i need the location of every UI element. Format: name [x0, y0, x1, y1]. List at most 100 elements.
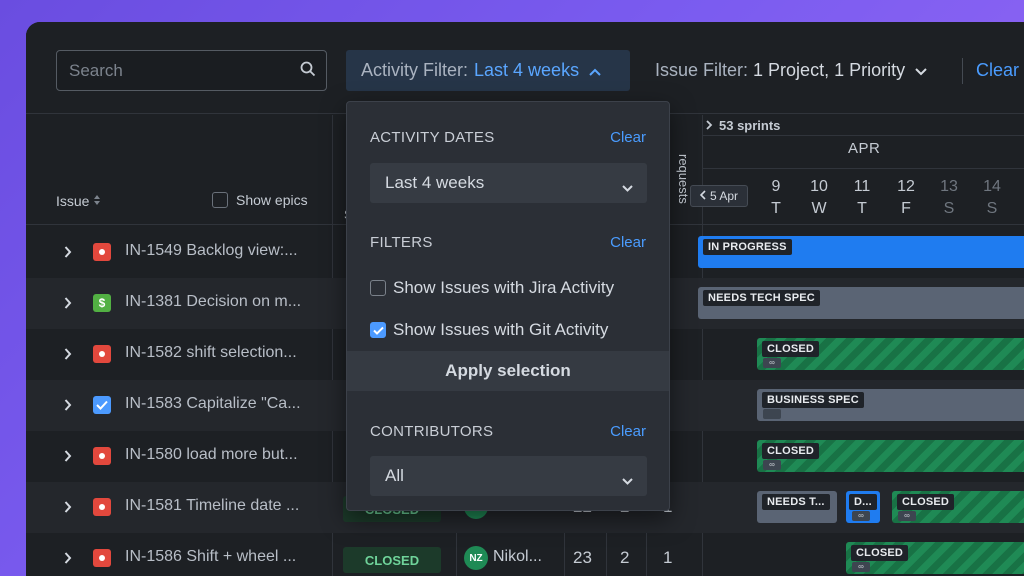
sort-icon[interactable]: [93, 193, 101, 209]
issue-title[interactable]: IN-1586 Shift + wheel ...: [125, 548, 325, 566]
show-epics-toggle[interactable]: Show epics: [212, 192, 308, 208]
day-column: 12 F: [891, 176, 921, 220]
scroll-back-button[interactable]: 5 Apr: [690, 185, 748, 207]
timeline-bar[interactable]: NEEDS TECH SPEC: [698, 287, 1024, 319]
bug-icon: [93, 243, 111, 261]
timeline-divider: [702, 168, 1024, 169]
day-weekday: T: [857, 200, 867, 217]
day-number: 11: [853, 178, 871, 195]
day-weekday: S: [986, 200, 998, 217]
bar-status-tag: IN PROGRESS: [703, 239, 792, 255]
issue-title[interactable]: IN-1581 Timeline date ...: [125, 497, 325, 515]
day-weekday: T: [771, 200, 781, 217]
expand-chevron-icon[interactable]: [64, 347, 72, 365]
bug-icon: [93, 549, 111, 567]
link-icon: [763, 409, 781, 419]
expand-chevron-icon[interactable]: [64, 449, 72, 467]
activity-dates-value: Last 4 weeks: [385, 173, 485, 192]
link-icon: ∞: [852, 511, 870, 521]
bar-status-tag: NEEDS TECH SPEC: [703, 290, 820, 306]
chevron-right-icon: [706, 118, 713, 133]
count-value: 1: [663, 548, 673, 567]
contributors-select[interactable]: All: [370, 456, 647, 496]
filters-clear-link[interactable]: Clear: [610, 234, 646, 251]
day-number: 9: [771, 178, 781, 195]
link-icon: ∞: [898, 511, 916, 521]
status-badge[interactable]: CLOSED: [343, 547, 441, 573]
month-label: APR: [848, 140, 881, 157]
apply-selection-button[interactable]: Apply selection: [347, 351, 669, 391]
checkbox-task-icon: [93, 396, 111, 414]
activity-filter-button[interactable]: Activity Filter: Last 4 weeks: [346, 50, 630, 91]
clear-filters-link[interactable]: Clear: [976, 60, 1019, 81]
expand-chevron-icon[interactable]: [64, 296, 72, 314]
issue-title[interactable]: IN-1583 Capitalize "Ca...: [125, 395, 325, 413]
contributor-name[interactable]: Nikol...: [493, 548, 542, 566]
jira-activity-label: Show Issues with Jira Activity: [393, 278, 615, 297]
bar-status-tag: BUSINESS SPEC: [762, 392, 864, 408]
contributors-clear-link[interactable]: Clear: [610, 423, 646, 440]
expand-chevron-icon[interactable]: [64, 398, 72, 416]
show-epics-label: Show epics: [236, 192, 308, 208]
chevron-down-icon: [915, 60, 927, 81]
count-value: 23: [573, 548, 592, 567]
timeline-bar[interactable]: NEEDS T...: [757, 491, 837, 523]
bar-status-tag: D...: [849, 494, 877, 510]
timeline-bar[interactable]: IN PROGRESS: [698, 236, 1024, 268]
issue-title[interactable]: IN-1582 shift selection...: [125, 344, 325, 362]
requests-column-header[interactable]: requests: [676, 154, 691, 204]
sprints-toggle[interactable]: 53 sprints: [706, 118, 780, 133]
timeline-bar[interactable]: CLOSED ∞: [757, 338, 1024, 370]
timeline-bar[interactable]: D... ∞: [846, 491, 880, 523]
activity-dates-clear-link[interactable]: Clear: [610, 129, 646, 146]
timeline-bar[interactable]: CLOSED ∞: [757, 440, 1024, 472]
dollar-icon: $: [93, 294, 111, 312]
day-number: 13: [940, 178, 958, 195]
bug-icon: [93, 447, 111, 465]
contributors-value: All: [385, 466, 404, 485]
day-column: 13 S: [934, 176, 964, 220]
day-number: 14: [983, 178, 1001, 195]
timeline-divider: [702, 135, 1024, 136]
bar-status-tag: CLOSED: [897, 494, 955, 510]
day-number: 12: [897, 178, 915, 195]
issue-title[interactable]: IN-1549 Backlog view:...: [125, 242, 325, 260]
timeline-bar[interactable]: CLOSED ∞: [892, 491, 1024, 523]
day-column: 14 S: [977, 176, 1007, 220]
issue-title[interactable]: IN-1580 load more but...: [125, 446, 325, 464]
chevron-down-icon: [622, 177, 633, 197]
git-activity-checkbox[interactable]: [370, 322, 386, 338]
expand-chevron-icon[interactable]: [64, 551, 72, 569]
day-weekday: W: [811, 200, 827, 217]
issue-column-header[interactable]: Issue: [56, 193, 101, 209]
table-row[interactable]: IN-1586 Shift + wheel ... CLOSED NZ Niko…: [26, 533, 1024, 576]
toolbar-divider: [962, 58, 963, 84]
day-weekday: F: [901, 200, 911, 217]
issue-header-label: Issue: [56, 193, 90, 209]
issue-filter-value: 1 Project, 1 Priority: [753, 60, 906, 80]
bar-status-tag: CLOSED: [762, 443, 820, 459]
jira-activity-option[interactable]: Show Issues with Jira Activity: [370, 278, 614, 298]
git-activity-label: Show Issues with Git Activity: [393, 320, 609, 339]
back-date-label: 5 Apr: [709, 189, 739, 203]
git-activity-option[interactable]: Show Issues with Git Activity: [370, 320, 608, 340]
search-box[interactable]: [56, 50, 327, 91]
activity-filter-value: Last 4 weeks: [474, 60, 580, 80]
activity-dates-select[interactable]: Last 4 weeks: [370, 163, 647, 203]
chevron-up-icon: [589, 60, 601, 81]
search-input[interactable]: [69, 61, 289, 81]
jira-activity-checkbox[interactable]: [370, 280, 386, 296]
expand-chevron-icon[interactable]: [64, 245, 72, 263]
timeline-bar[interactable]: BUSINESS SPEC: [757, 389, 1024, 421]
link-icon: ∞: [852, 562, 870, 572]
count-value: 2: [620, 548, 630, 567]
expand-chevron-icon[interactable]: [64, 500, 72, 518]
show-epics-checkbox[interactable]: [212, 192, 228, 208]
issue-filter-button[interactable]: Issue Filter: 1 Project, 1 Priority: [655, 60, 927, 81]
bar-status-tag: CLOSED: [851, 545, 909, 561]
search-icon[interactable]: [300, 61, 316, 82]
timeline-bar[interactable]: CLOSED ∞: [846, 542, 1024, 574]
activity-filter-dropdown: ACTIVITY DATES Clear Last 4 weeks FILTER…: [346, 101, 670, 511]
issue-title[interactable]: IN-1381 Decision on m...: [125, 293, 325, 311]
day-number: 10: [810, 178, 828, 195]
